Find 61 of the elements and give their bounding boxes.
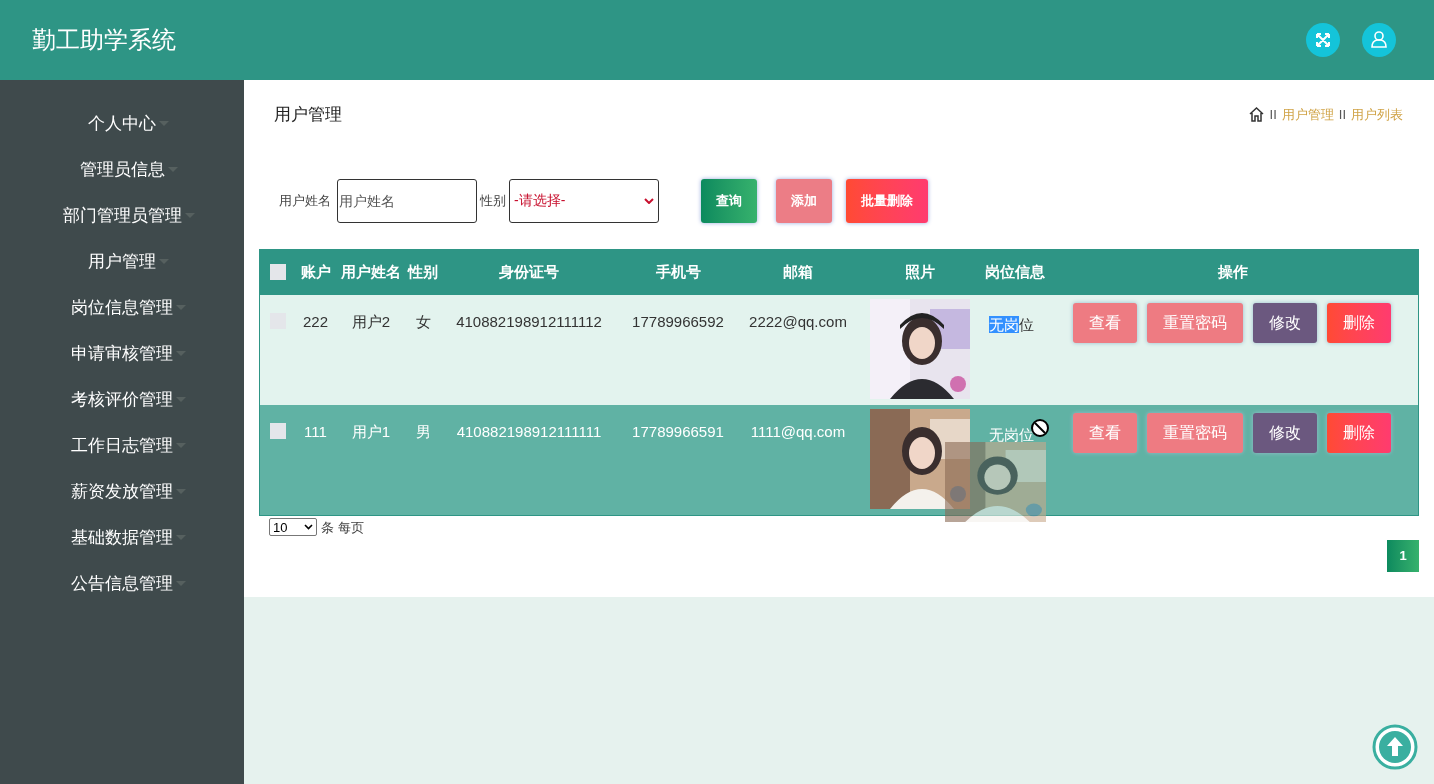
table-cell-text: 男 — [415, 421, 431, 442]
gender-select[interactable]: -请选择- — [509, 178, 659, 223]
column-header: 账户 — [300, 261, 331, 282]
row-action-button[interactable]: 删除 — [1327, 302, 1391, 343]
sidebar-item[interactable]: 基础数据管理 — [57, 526, 187, 550]
table-cell-text: 无岗位 — [989, 424, 1034, 445]
page-size-select[interactable]: 10 — [269, 518, 317, 537]
table-cell-text: 410882198912111112 — [456, 311, 602, 332]
table-cell-text: 2222@qq.com — [749, 311, 847, 332]
action-button[interactable]: 批量删除 — [846, 178, 928, 223]
table-cell-text: 用户2 — [351, 311, 391, 332]
row-action-button[interactable]: 删除 — [1327, 412, 1391, 453]
sidebar-item[interactable]: 工作日志管理 — [57, 434, 187, 458]
back-to-top-icon[interactable] — [1372, 724, 1418, 770]
breadcrumb-separator: II — [1338, 106, 1346, 124]
column-header: 手机号 — [655, 261, 701, 282]
sidebar-item[interactable]: 考核评价管理 — [57, 388, 187, 412]
chevron-icon — [644, 197, 654, 204]
column-header: 身份证号 — [499, 261, 559, 282]
table-row[interactable]: 111 用户1 男 410882198912111111 17789966591 1111@qq.com 无岗位 查看 重置密码 修改 删除 — [260, 404, 1418, 515]
table-cell-text: 222 — [303, 311, 328, 332]
select-all-checkbox[interactable] — [269, 264, 286, 280]
sidebar-item[interactable]: 薪资发放管理 — [57, 480, 187, 504]
table-cell-text: 用户1 — [351, 421, 391, 442]
name-field[interactable]: 用户姓名 — [337, 178, 477, 223]
column-header: 照片 — [904, 261, 935, 282]
field-label: 性别 — [480, 191, 506, 210]
table-cell-text: 111 — [304, 421, 327, 442]
sidebar-item[interactable]: 管理员信息 — [65, 158, 179, 182]
sidebar-item[interactable]: 个人中心 — [74, 112, 170, 136]
page-size-label: 条 每页 — [321, 518, 364, 537]
home-icon[interactable] — [1247, 106, 1265, 124]
table-cell-text: 无岗位 — [989, 314, 1034, 335]
fullscreen-icon[interactable] — [1306, 23, 1340, 57]
table-cell-text: 1111@qq.com — [750, 421, 846, 442]
table-cell-text: 17789966592 — [632, 311, 724, 332]
field-label: 用户姓名 — [279, 191, 331, 210]
sidebar-item[interactable]: 岗位信息管理 — [57, 296, 187, 320]
column-header: 操作 — [1218, 261, 1248, 282]
page-title: 用户管理 — [274, 104, 342, 126]
row-checkbox[interactable] — [269, 422, 286, 439]
user-icon[interactable] — [1362, 23, 1396, 57]
breadcrumb-separator: II — [1269, 106, 1277, 124]
table-cell-text: 17789966591 — [632, 421, 724, 442]
app-title: 勤工助学系统 — [32, 25, 176, 55]
sidebar-item[interactable]: 部门管理员管理 — [48, 204, 196, 228]
sidebar-item[interactable]: 公告信息管理 — [57, 572, 187, 596]
table-cell-text: 女 — [415, 311, 431, 332]
column-header: 岗位信息 — [984, 261, 1045, 282]
table-row[interactable]: 222 用户2 女 410882198912111112 17789966592 2222@qq.com 无岗位 查看 重置密码 修改 删除 — [260, 294, 1418, 405]
sidebar-item[interactable]: 用户管理 — [74, 250, 170, 274]
column-header: 用户姓名 — [341, 261, 401, 282]
column-header: 邮箱 — [783, 261, 813, 282]
chevron-icon — [304, 524, 313, 531]
action-button[interactable]: 查询 — [701, 178, 757, 223]
table-cell-text: 410882198912111111 — [456, 421, 602, 442]
row-action-button[interactable]: 修改 — [1253, 302, 1317, 343]
page-button[interactable]: 1 — [1387, 540, 1419, 572]
sidebar-item[interactable]: 申请审核管理 — [57, 342, 187, 366]
column-header: 性别 — [408, 261, 438, 282]
row-action-button[interactable]: 修改 — [1253, 412, 1317, 453]
